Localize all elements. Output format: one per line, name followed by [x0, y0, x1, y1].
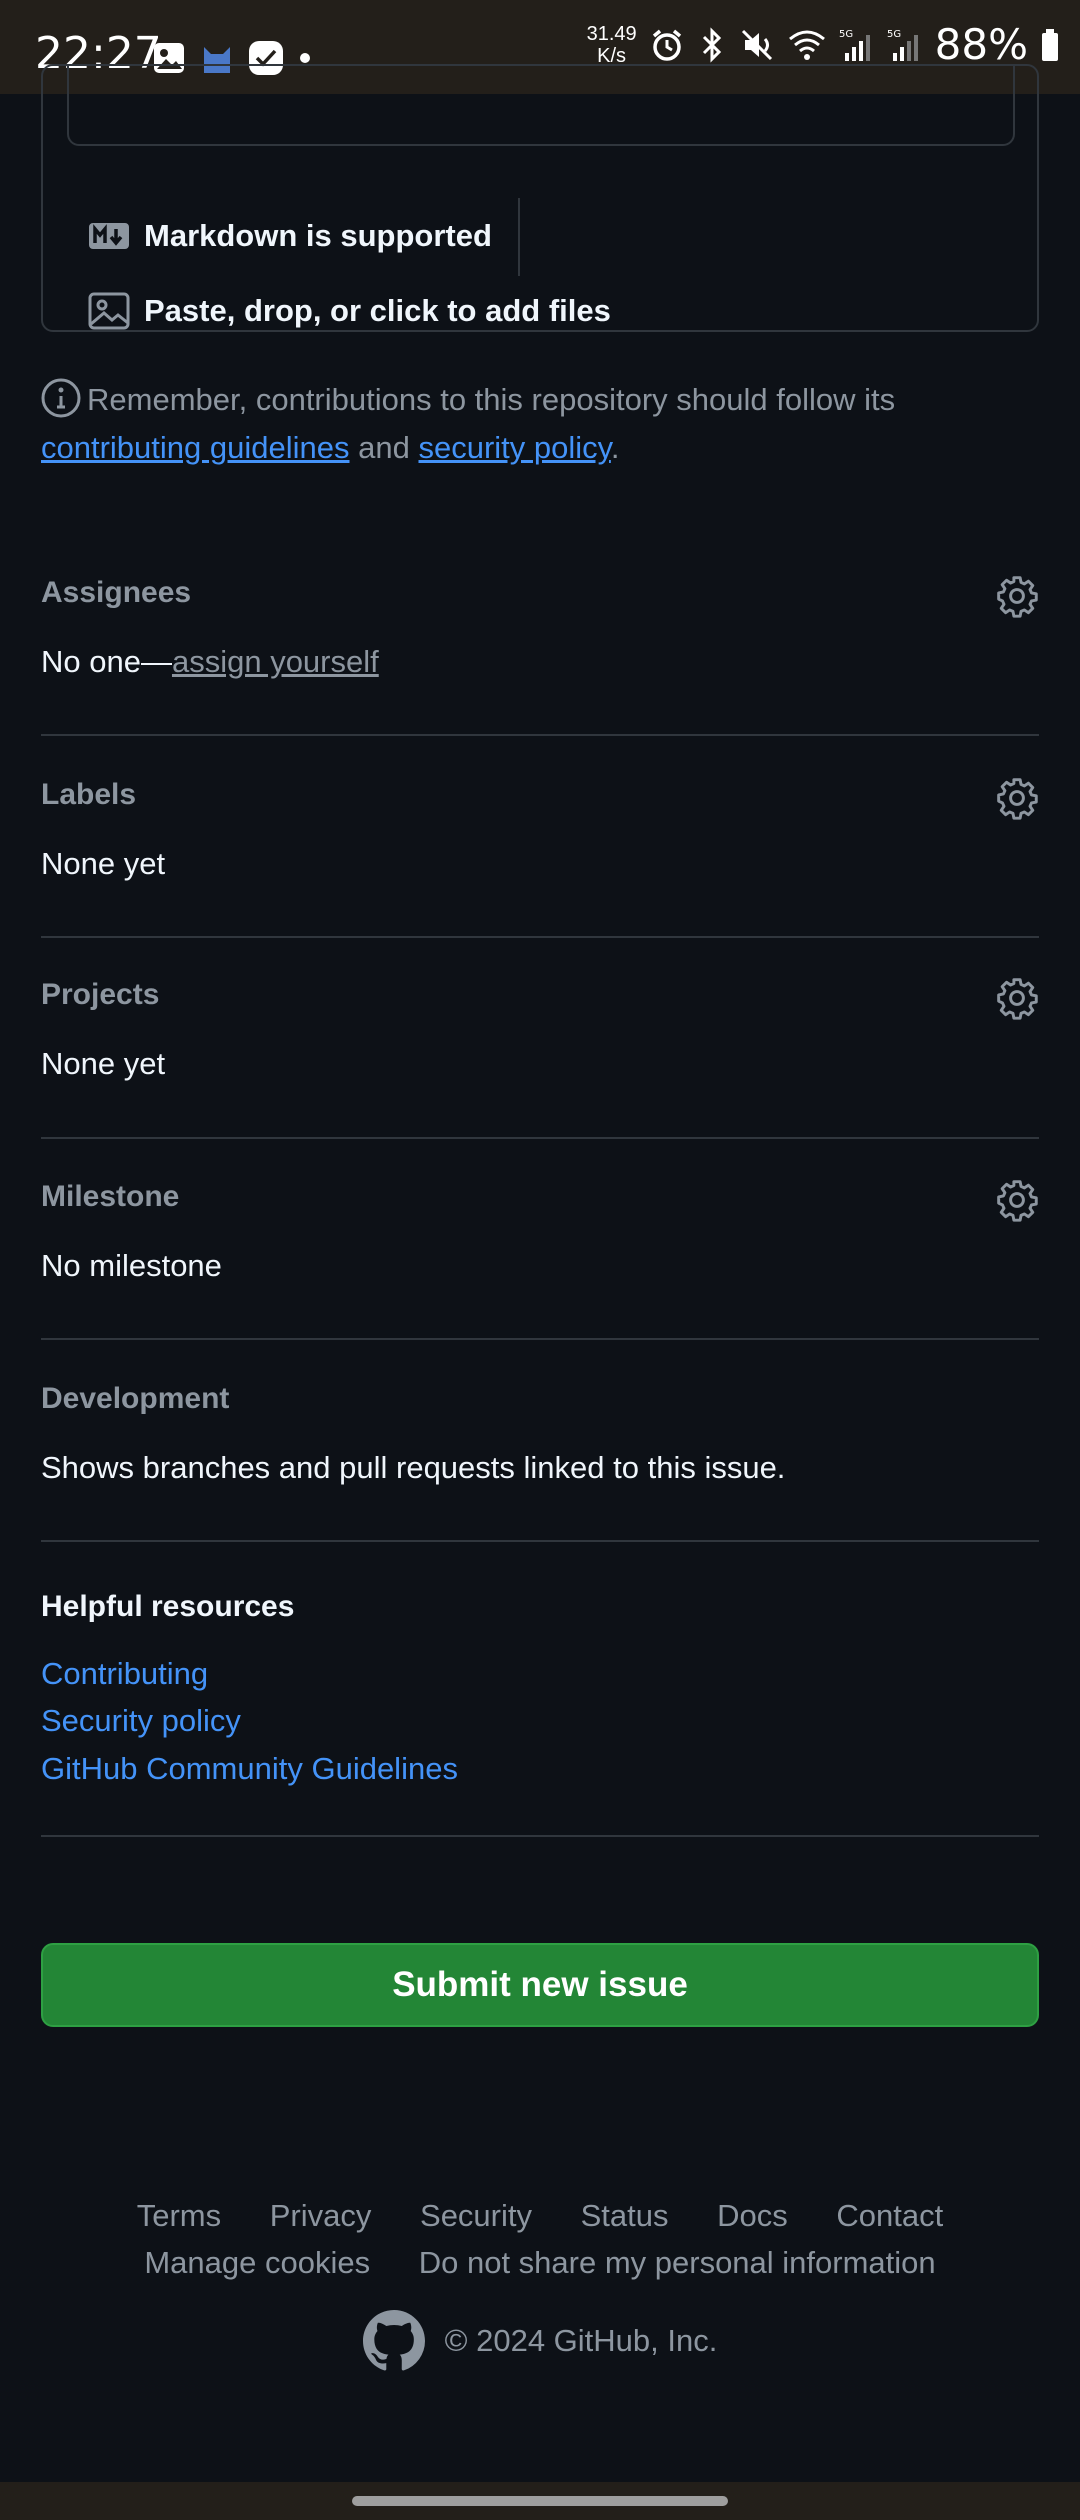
- helpful-resources-title: Helpful resources: [41, 1590, 295, 1623]
- footer-manage-cookies-link[interactable]: Manage cookies: [144, 2245, 370, 2280]
- bluetooth-icon: [702, 26, 721, 63]
- divider: [41, 734, 1039, 736]
- signal-5g-icon: 5G: [839, 29, 870, 61]
- milestone-title: Milestone: [41, 1180, 180, 1213]
- home-gesture-handle[interactable]: [352, 2496, 728, 2506]
- comment-textarea[interactable]: [67, 66, 1015, 146]
- projects-gear-icon[interactable]: [995, 976, 1039, 1020]
- divider: [41, 1540, 1039, 1542]
- contributing-link[interactable]: Contributing: [41, 1656, 208, 1692]
- comment-editor: Markdown is supported Paste, drop, or cl…: [41, 64, 1039, 332]
- projects-value: None yet: [41, 1046, 166, 1081]
- assign-yourself-link[interactable]: assign yourself: [172, 644, 379, 679]
- markdown-icon: [89, 223, 129, 249]
- assignees-gear-icon[interactable]: [995, 574, 1039, 618]
- assignees-value: No one—assign yourself: [41, 644, 379, 680]
- footer-docs-link[interactable]: Docs: [717, 2198, 788, 2233]
- footer-do-not-share-link[interactable]: Do not share my personal information: [419, 2245, 936, 2280]
- svg-text:5G: 5G: [839, 29, 853, 40]
- divider: [41, 1835, 1039, 1837]
- alarm-icon: [652, 29, 681, 61]
- note-prefix: Remember, contributions to this reposito…: [87, 382, 896, 417]
- divider: [41, 1338, 1039, 1340]
- signal-5g-icon: 5G: [887, 29, 918, 61]
- labels-value: None yet: [41, 846, 166, 881]
- image-icon: [88, 292, 130, 330]
- toolbar-divider: [518, 198, 520, 276]
- milestone-gear-icon[interactable]: [995, 1178, 1039, 1222]
- footer-links-primary: Terms Privacy Security Status Docs Conta…: [0, 2198, 1080, 2234]
- android-nav-bar: [0, 2482, 1080, 2520]
- svg-text:5G: 5G: [887, 29, 901, 40]
- footer-copyright: © 2024 GitHub, Inc.: [0, 2310, 1080, 2372]
- footer-status-link[interactable]: Status: [581, 2198, 669, 2233]
- divider: [41, 1137, 1039, 1139]
- development-title: Development: [41, 1382, 230, 1415]
- attach-files-button[interactable]: Paste, drop, or click to add files: [88, 292, 611, 330]
- note-middle: and: [358, 430, 410, 465]
- assignees-title: Assignees: [41, 576, 192, 609]
- info-icon: [41, 378, 81, 418]
- mute-icon: [741, 29, 772, 60]
- footer-terms-link[interactable]: Terms: [137, 2198, 221, 2233]
- copyright-text: © 2024 GitHub, Inc.: [444, 2323, 718, 2358]
- milestone-value: No milestone: [41, 1248, 222, 1283]
- milestone-section: Milestone No milestone: [41, 1172, 1039, 1302]
- security-policy-link[interactable]: security policy: [418, 430, 610, 465]
- development-section: Development Shows branches and pull requ…: [41, 1374, 1039, 1504]
- markdown-hint[interactable]: Markdown is supported: [88, 218, 492, 254]
- battery-icon: [1042, 28, 1058, 61]
- footer-contact-link[interactable]: Contact: [836, 2198, 943, 2233]
- community-guidelines-link[interactable]: GitHub Community Guidelines: [41, 1751, 458, 1787]
- labels-title: Labels: [41, 778, 137, 811]
- network-speed: 31.49 K/s: [587, 23, 637, 67]
- assignees-section: Assignees No one—assign yourself: [41, 568, 1039, 698]
- markdown-label: Markdown is supported: [144, 218, 492, 253]
- attach-label: Paste, drop, or click to add files: [144, 293, 611, 328]
- labels-gear-icon[interactable]: [995, 776, 1039, 820]
- labels-section: Labels None yet: [41, 770, 1039, 900]
- assignees-none: No one—: [41, 644, 172, 679]
- footer-privacy-link[interactable]: Privacy: [270, 2198, 372, 2233]
- note-suffix: .: [610, 430, 620, 465]
- divider: [41, 936, 1039, 938]
- footer-security-link[interactable]: Security: [420, 2198, 532, 2233]
- projects-section: Projects None yet: [41, 970, 1039, 1100]
- contribution-note: Remember, contributions to this reposito…: [41, 376, 1041, 472]
- github-logo-icon[interactable]: [362, 2310, 425, 2372]
- speed-value: 31.49: [586, 22, 637, 45]
- projects-title: Projects: [41, 978, 160, 1011]
- submit-new-issue-button[interactable]: Submit new issue: [41, 1943, 1039, 2027]
- footer-links-secondary: Manage cookies Do not share my personal …: [0, 2245, 1080, 2281]
- dot-icon: [300, 53, 310, 63]
- security-policy-resource-link[interactable]: Security policy: [41, 1703, 241, 1739]
- battery-percent: 88%: [934, 20, 1028, 69]
- development-value: Shows branches and pull requests linked …: [41, 1450, 786, 1485]
- system-icons: 31.49 K/s 5G 5G 88%: [587, 20, 1060, 69]
- wifi-icon: [788, 30, 825, 60]
- contributing-guidelines-link[interactable]: contributing guidelines: [41, 430, 350, 465]
